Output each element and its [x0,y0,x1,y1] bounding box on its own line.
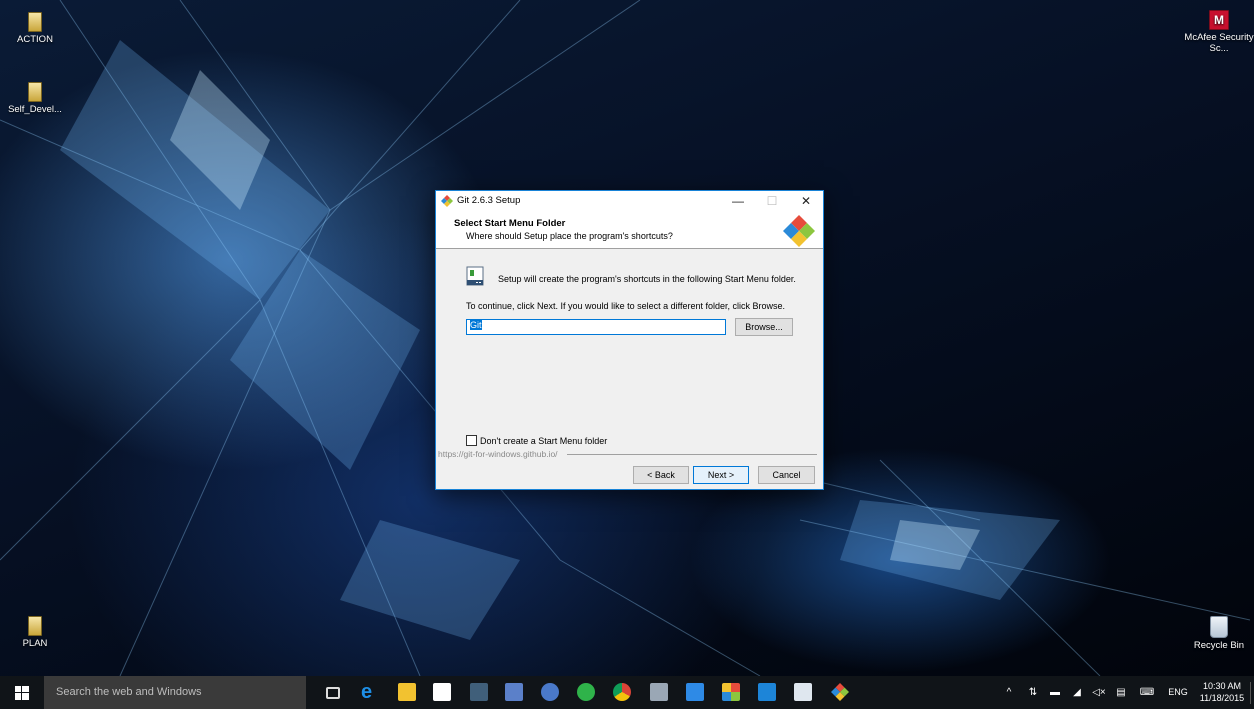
store-icon[interactable] [433,683,451,701]
media-app-icon[interactable] [470,683,488,701]
no-start-menu-folder-checkbox[interactable] [466,435,477,446]
desktop-icon-label: Recycle Bin [1193,640,1245,651]
desktop-icon-label: PLAN [22,638,48,649]
footer-divider [567,454,817,455]
start-menu-folder-icon [466,266,484,286]
clock-time: 10:30 AM [1202,681,1242,691]
notepad-icon[interactable] [794,683,812,701]
wifi-tray-icon[interactable]: ◢ [1070,676,1084,709]
desktop-icon-self-devel[interactable]: Self_Devel... [0,82,70,115]
dialog-title: Git 2.6.3 Setup [457,195,521,206]
checkbox-label: Don't create a Start Menu folder [480,436,608,446]
battery-tray-icon[interactable]: ▬ [1048,676,1062,709]
folder-input-value: Git [470,320,482,330]
maximize-button[interactable]: ☐ [755,191,789,211]
image-app-icon[interactable] [650,683,668,701]
git-logo-icon [441,195,453,207]
windows-start-icon[interactable] [15,686,29,700]
desktop-icon-plan[interactable]: PLAN [0,616,70,649]
desktop-icon-action[interactable]: ACTION [0,12,70,45]
save-app-icon[interactable] [505,683,523,701]
desktop-icon-label: Self_Devel... [8,104,62,115]
mcafee-icon: M [1209,10,1229,30]
taskbar: Search the web and Windows e ^ ⇅ ▬ ◢ ◁× … [0,676,1254,709]
teamviewer-icon[interactable] [758,683,776,701]
footer-url: https://git-for-windows.github.io/ [438,449,558,459]
dropbox-icon[interactable] [686,683,704,701]
network-tray-icon[interactable]: ⇅ [1026,676,1040,709]
chrome-icon[interactable] [613,683,631,701]
recycle-bin-icon [1210,616,1228,638]
whatsapp-icon[interactable] [577,683,595,701]
minimize-button[interactable]: — [721,191,755,211]
task-view-icon[interactable] [326,687,340,699]
next-button[interactable]: Next > [693,466,749,484]
volume-tray-icon[interactable]: ◁× [1092,676,1106,709]
no-start-menu-folder-option[interactable]: Don't create a Start Menu folder [466,435,607,446]
taskbar-search-box[interactable]: Search the web and Windows [44,676,306,709]
wizard-header: Select Start Menu Folder Where should Se… [436,211,823,249]
setup-dialog: Git 2.6.3 Setup — ☐ ✕ Select Start Menu … [435,190,824,490]
desktop-icon-label: McAfee Security Sc... [1184,32,1254,54]
info-text: Setup will create the program's shortcut… [498,274,796,284]
instruction-text: To continue, click Next. If you would li… [466,301,785,311]
document-folder-icon [28,616,42,636]
settings-app-icon[interactable] [541,683,559,701]
wizard-page-title: Select Start Menu Folder [454,218,566,229]
document-folder-icon [28,12,42,32]
desktop-icon-mcafee[interactable]: M McAfee Security Sc... [1184,10,1254,54]
document-icon [28,82,42,102]
edge-icon[interactable]: e [361,682,379,702]
taskbar-clock[interactable]: 10:30 AM 11/18/2015 [1198,680,1246,704]
notifications-tray-icon[interactable]: ▤ [1114,676,1128,709]
clock-date: 11/18/2015 [1199,693,1245,703]
git-logo-icon [783,215,815,247]
browse-button[interactable]: Browse... [735,318,793,336]
tray-chevron-icon[interactable]: ^ [1002,676,1016,709]
keyboard-tray-icon[interactable]: ⌨ [1138,676,1156,709]
start-menu-folder-input[interactable]: Git [466,319,726,335]
cancel-button[interactable]: Cancel [758,466,815,484]
close-button[interactable]: ✕ [789,191,823,211]
back-button[interactable]: < Back [633,466,689,484]
git-setup-icon[interactable] [825,683,855,709]
file-explorer-icon[interactable] [398,683,416,701]
wizard-page-subtitle: Where should Setup place the program's s… [466,231,673,241]
show-desktop-button[interactable] [1250,682,1251,704]
language-indicator[interactable]: ENG [1166,676,1190,709]
desktop-icon-recycle-bin[interactable]: Recycle Bin [1184,616,1254,651]
dialog-titlebar[interactable]: Git 2.6.3 Setup — ☐ ✕ [436,191,823,211]
office-app-icon[interactable] [722,683,740,701]
desktop-icon-label: ACTION [17,34,53,45]
